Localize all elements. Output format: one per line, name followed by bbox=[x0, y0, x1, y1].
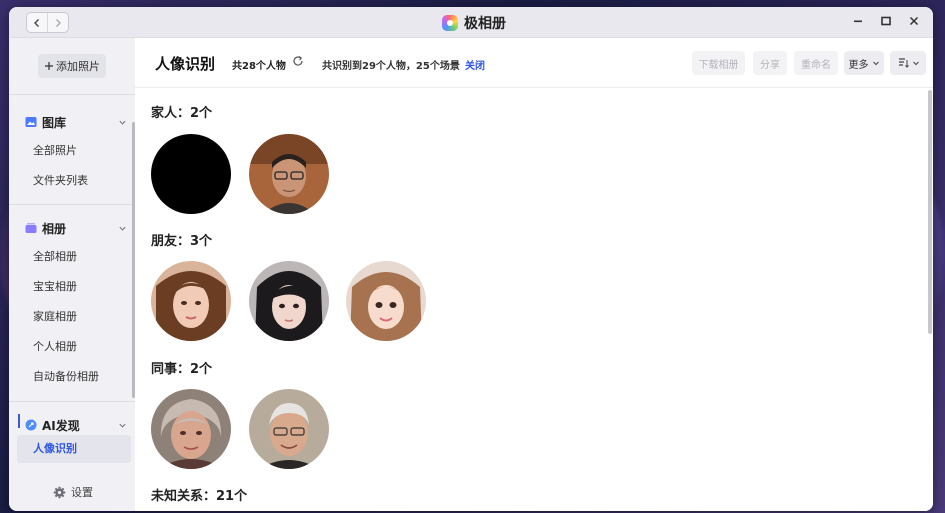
gear-icon bbox=[53, 486, 66, 498]
sidebar-item-baby-album[interactable]: 宝宝相册 bbox=[33, 278, 77, 296]
plus-icon bbox=[45, 62, 53, 70]
forward-button[interactable] bbox=[47, 13, 68, 32]
divider bbox=[9, 204, 135, 205]
add-photo-label: 添加照片 bbox=[56, 60, 100, 73]
sidebar-item-face-recognition[interactable]: 人像识别 bbox=[33, 440, 77, 458]
sort-button[interactable] bbox=[890, 51, 926, 75]
maximize-icon bbox=[881, 16, 891, 26]
app-window: 极相册 添加照片 图库 全部照片 文件夹列表 相册 全部相册 宝宝相册 家庭相册… bbox=[9, 7, 933, 511]
sidebar-item-personal-album[interactable]: 个人相册 bbox=[33, 338, 77, 356]
title-bar: 极相册 bbox=[9, 7, 933, 38]
face-photo bbox=[249, 389, 329, 469]
group-title-friends: 朋友：3个 bbox=[151, 234, 213, 249]
sidebar-section-label: 相册 bbox=[42, 221, 67, 236]
person-avatar[interactable] bbox=[249, 261, 329, 341]
group-title-family: 家人：2个 bbox=[151, 106, 213, 121]
face-photo bbox=[249, 134, 329, 214]
sidebar-section-albums[interactable]: 相册 bbox=[25, 218, 129, 238]
sidebar-item-all-photos[interactable]: 全部照片 bbox=[33, 142, 77, 160]
person-avatar[interactable] bbox=[151, 261, 231, 341]
sidebar-section-gallery[interactable]: 图库 bbox=[25, 112, 129, 132]
face-groups: 家人：2个 朋友：3个 同事：2个 未知关系：21个 bbox=[135, 89, 927, 511]
recognition-summary: 共识别到29个人物，25个场景 bbox=[322, 61, 460, 72]
face-photo bbox=[151, 261, 231, 341]
close-window-button[interactable] bbox=[907, 14, 921, 28]
maximize-button[interactable] bbox=[879, 14, 893, 28]
sidebar-item-auto-backup-album[interactable]: 自动备份相册 bbox=[33, 368, 99, 386]
download-album-button[interactable]: 下载相册 bbox=[692, 51, 745, 75]
person-avatar[interactable] bbox=[249, 134, 329, 214]
window-controls bbox=[851, 14, 921, 28]
minimize-icon bbox=[854, 20, 862, 23]
app-title: 极相册 bbox=[442, 12, 506, 33]
album-icon bbox=[25, 223, 37, 233]
chevron-down-icon bbox=[119, 226, 126, 231]
chevron-down-icon bbox=[119, 120, 126, 125]
nav-button-group bbox=[26, 12, 69, 33]
ai-discover-icon bbox=[25, 419, 37, 431]
chevron-down-icon bbox=[912, 61, 919, 66]
settings-label: 设置 bbox=[71, 486, 93, 499]
person-avatar[interactable] bbox=[346, 261, 426, 341]
more-label: 更多 bbox=[848, 59, 869, 71]
more-button[interactable]: 更多 bbox=[844, 51, 884, 75]
sidebar-section-ai-discover[interactable]: AI发现 bbox=[25, 415, 129, 435]
close-icon bbox=[909, 16, 919, 26]
sidebar-section-label: 图库 bbox=[42, 115, 67, 130]
sidebar-item-folder-list[interactable]: 文件夹列表 bbox=[33, 172, 88, 190]
sidebar-section-label: AI发现 bbox=[42, 418, 80, 433]
settings-button[interactable]: 设置 bbox=[53, 484, 93, 500]
face-photo bbox=[346, 261, 426, 341]
app-logo-icon bbox=[442, 14, 458, 31]
divider bbox=[9, 94, 135, 95]
chevron-right-icon bbox=[56, 18, 61, 27]
main-panel: 人像识别 共28个人物 共识别到29个人物，25个场景 关闭 下载相册 分享 重… bbox=[135, 38, 933, 511]
face-photo bbox=[249, 261, 329, 341]
sidebar-item-family-album[interactable]: 家庭相册 bbox=[33, 308, 77, 326]
close-summary-link[interactable]: 关闭 bbox=[465, 57, 485, 72]
person-avatar[interactable] bbox=[151, 134, 231, 214]
app-title-text: 极相册 bbox=[464, 15, 506, 32]
chevron-down-icon bbox=[872, 61, 879, 66]
group-title-unknown: 未知关系：21个 bbox=[151, 489, 248, 504]
sidebar-item-all-albums[interactable]: 全部相册 bbox=[33, 248, 77, 266]
chevron-down-icon bbox=[119, 423, 126, 428]
page-title: 人像识别 bbox=[155, 55, 216, 73]
chevron-left-icon bbox=[34, 18, 39, 27]
toolbar: 人像识别 共28个人物 共识别到29个人物，25个场景 关闭 下载相册 分享 重… bbox=[135, 38, 933, 88]
person-avatar[interactable] bbox=[249, 389, 329, 469]
active-indicator bbox=[18, 414, 20, 428]
share-button[interactable]: 分享 bbox=[753, 51, 787, 75]
people-count: 共28个人物 bbox=[232, 61, 286, 72]
sort-icon bbox=[898, 58, 909, 68]
add-photo-button[interactable]: 添加照片 bbox=[38, 54, 106, 78]
back-button[interactable] bbox=[27, 13, 47, 32]
divider bbox=[9, 401, 135, 402]
group-title-colleagues: 同事：2个 bbox=[151, 362, 213, 377]
main-scrollbar[interactable] bbox=[928, 90, 932, 334]
refresh-icon[interactable] bbox=[292, 55, 304, 67]
gallery-icon bbox=[25, 117, 37, 127]
person-avatar[interactable] bbox=[151, 389, 231, 469]
sidebar: 添加照片 图库 全部照片 文件夹列表 相册 全部相册 宝宝相册 家庭相册 个人相… bbox=[9, 38, 135, 511]
face-photo bbox=[151, 389, 231, 469]
minimize-button[interactable] bbox=[851, 14, 865, 28]
rename-button[interactable]: 重命名 bbox=[794, 51, 838, 75]
